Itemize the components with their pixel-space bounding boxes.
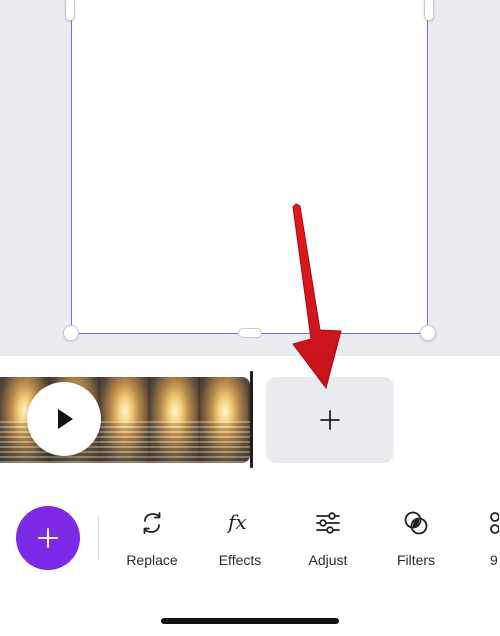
replace-icon	[137, 506, 167, 540]
add-clip-button[interactable]	[266, 377, 394, 463]
bottom-toolbar: Replace fx Effects Adjust Filters 9	[0, 480, 500, 636]
plus-icon	[320, 410, 340, 430]
toolbar-divider	[98, 516, 99, 560]
play-icon	[58, 409, 73, 429]
timeline	[0, 356, 500, 480]
replace-button[interactable]: Replace	[117, 506, 187, 572]
home-indicator	[161, 618, 339, 624]
play-button[interactable]	[27, 382, 101, 456]
canvas-area	[0, 0, 500, 356]
adjust-button[interactable]: Adjust	[293, 506, 363, 572]
sliders-icon	[313, 506, 343, 540]
design-page[interactable]	[65, 0, 434, 334]
more-tool-button[interactable]: 9	[469, 506, 500, 572]
effects-button[interactable]: fx Effects	[205, 506, 275, 572]
more-tool-label: 9	[490, 552, 498, 568]
filters-label: Filters	[396, 552, 436, 568]
filters-icon	[401, 506, 431, 540]
replace-label: Replace	[126, 552, 178, 568]
adjust-label: Adjust	[308, 552, 348, 568]
effects-label: Effects	[218, 552, 262, 568]
more-tool-icon	[469, 506, 499, 540]
filters-button[interactable]: Filters	[381, 506, 451, 572]
plus-icon	[38, 528, 58, 548]
fx-icon: fx	[225, 506, 255, 540]
resize-handle-bottom[interactable]	[238, 328, 262, 338]
playhead[interactable]	[250, 371, 253, 468]
svg-text:fx: fx	[226, 510, 247, 534]
resize-handle-bottom-right[interactable]	[420, 325, 436, 341]
resize-handle-right[interactable]	[424, 0, 434, 21]
add-element-button[interactable]	[16, 506, 80, 570]
resize-handle-left[interactable]	[65, 0, 75, 21]
resize-handle-bottom-left[interactable]	[63, 325, 79, 341]
